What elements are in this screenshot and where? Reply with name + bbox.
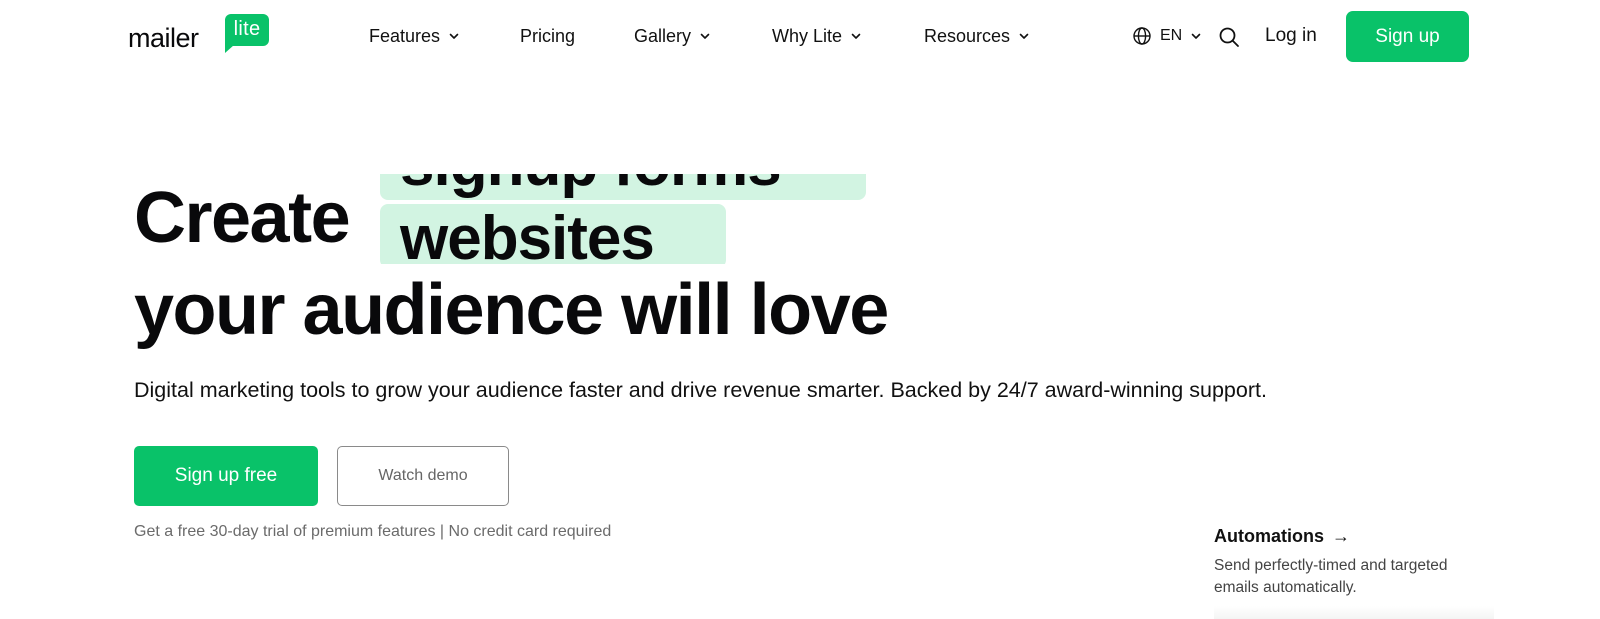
logo-badge: lite <box>225 14 269 53</box>
login-link[interactable]: Log in <box>1265 25 1317 47</box>
site-header: mailer lite Features Pricing Gallery Why… <box>0 0 1600 72</box>
nav-item-resources[interactable]: Resources <box>924 23 1030 49</box>
feature-description: Send perfectly-timed and targeted emails… <box>1214 557 1448 596</box>
nav-item-label: Why Lite <box>772 25 843 46</box>
chevron-down-icon <box>1191 33 1201 39</box>
hero-title-line-1: Create signup forms websites <box>134 174 1114 264</box>
language-selector[interactable]: EN <box>1132 24 1202 48</box>
arrow-right-icon: → <box>1332 526 1350 546</box>
feature-title-label: Automations <box>1214 526 1324 546</box>
nav-item-gallery[interactable]: Gallery <box>634 23 711 49</box>
hero-title-end: your audience will love <box>134 270 889 350</box>
language-label: EN <box>1160 27 1183 44</box>
nav-item-label: Resources <box>924 25 1011 46</box>
signup-free-button[interactable]: Sign up free <box>134 446 318 506</box>
rotating-word-incoming: websites <box>380 204 726 264</box>
nav-item-pricing[interactable]: Pricing <box>520 23 575 49</box>
logo-wordmark: mailer <box>128 23 199 53</box>
signup-button[interactable]: Sign up <box>1346 11 1469 62</box>
rotating-word-outgoing: signup forms <box>380 174 866 200</box>
search-icon[interactable] <box>1218 26 1240 48</box>
feature-card-preview-edge <box>1214 606 1494 619</box>
nav-item-why-lite[interactable]: Why Lite <box>772 23 862 49</box>
watch-demo-button[interactable]: Watch demo <box>337 446 509 506</box>
chevron-down-icon <box>851 33 861 39</box>
mailerlite-logo[interactable]: mailer lite <box>128 14 270 54</box>
chevron-down-icon <box>700 33 710 39</box>
chevron-down-icon <box>1019 33 1029 39</box>
nav-item-label: Gallery <box>634 25 692 46</box>
nav-item-label: Features <box>369 25 441 46</box>
hero-subtitle: Digital marketing tools to grow your aud… <box>134 378 1267 402</box>
nav-item-features[interactable]: Features <box>369 23 460 49</box>
rotating-word-highlight: signup forms websites <box>380 174 870 264</box>
nav-item-label: Pricing <box>520 25 576 46</box>
feature-card-automations[interactable]: Automations → Send perfectly-timed and t… <box>1214 526 1514 599</box>
globe-icon <box>1133 27 1151 45</box>
feature-title[interactable]: Automations → <box>1214 526 1514 547</box>
hero-title-start: Create <box>134 178 351 258</box>
chevron-down-icon <box>449 33 459 39</box>
trial-note: Get a free 30-day trial of premium featu… <box>134 523 612 540</box>
